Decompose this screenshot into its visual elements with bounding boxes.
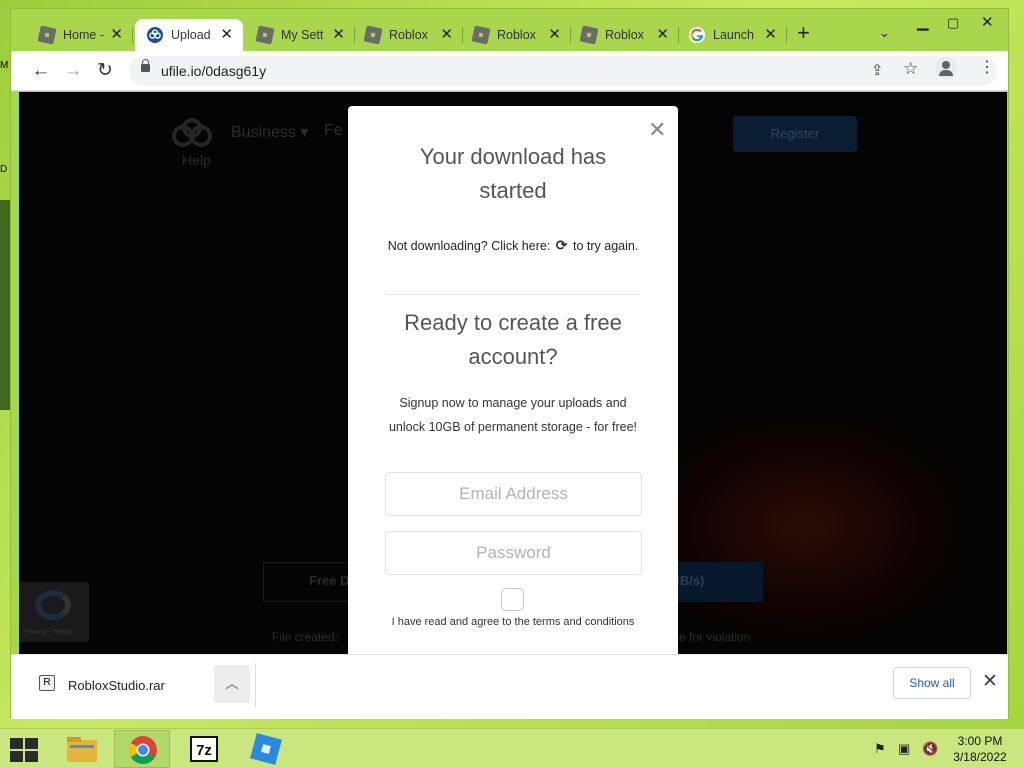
recaptcha-text: Privacy - Terms: [23, 629, 72, 636]
downloads-shelf: R RobloxStudio.rar ︿ Show all ✕: [11, 654, 1008, 719]
free-download-label: Free D: [309, 573, 350, 588]
maximize-button[interactable]: ▢: [947, 15, 959, 31]
tab-separator: [786, 27, 787, 43]
retry-download-text: Not downloading? Click here: ⟳ to try ag…: [348, 237, 678, 254]
tab-separator: [132, 27, 133, 43]
close-tab-icon[interactable]: ✕: [764, 26, 777, 44]
shelf-divider: [255, 663, 256, 707]
bookmark-star-icon[interactable]: ☆: [903, 59, 918, 79]
close-tab-icon[interactable]: ✕: [110, 26, 123, 44]
report-violation-link[interactable]: e for violation: [679, 630, 750, 644]
tab-launch[interactable]: Launch ✕: [679, 19, 787, 51]
tab-home[interactable]: Home - ✕: [29, 19, 133, 51]
email-field[interactable]: Email Address: [385, 472, 642, 516]
profile-avatar[interactable]: [935, 57, 957, 79]
tab-title: My Sett: [281, 28, 324, 42]
clock-date: 3/18/2022: [953, 750, 1007, 764]
modal-close-icon[interactable]: ✕: [648, 119, 666, 141]
signup-description: Signup now to manage your uploads and un…: [368, 391, 658, 439]
lock-icon[interactable]: [141, 59, 150, 72]
roblox-studio-icon[interactable]: [238, 730, 294, 768]
close-tab-icon[interactable]: ✕: [548, 26, 561, 44]
download-options-chevron-icon[interactable]: ︿: [214, 665, 250, 703]
address-bar[interactable]: ufile.io/0dasg61y ⇪ ☆: [129, 56, 997, 86]
background-art: [639, 412, 969, 642]
network-warning-icon[interactable]: ⚑: [874, 741, 886, 757]
roblox-icon: [37, 25, 57, 45]
page-viewport: Help Business ▾ Fe Register Free D MB/s)…: [19, 92, 1007, 654]
download-started-modal: ✕ Your download has started Not download…: [348, 106, 678, 654]
tab-upload[interactable]: Upload ✕: [135, 19, 243, 51]
chrome-icon[interactable]: [114, 730, 170, 768]
menu-kebab-icon[interactable]: ⋮: [979, 59, 995, 77]
recaptcha-badge[interactable]: Privacy - Terms: [19, 582, 89, 642]
close-tab-icon[interactable]: ✕: [220, 26, 233, 44]
register-button[interactable]: Register: [733, 116, 857, 152]
retry-refresh-icon[interactable]: ⟳: [556, 237, 568, 254]
new-tab-button[interactable]: +: [797, 22, 810, 44]
tab-my-settings[interactable]: My Sett ✕: [247, 19, 355, 51]
forward-button[interactable]: →: [61, 59, 85, 83]
terms-checkbox[interactable]: [501, 588, 524, 611]
roblox-icon: [255, 25, 275, 45]
retry-prefix: Not downloading? Click here:: [387, 239, 551, 253]
close-window-button[interactable]: ✕: [981, 13, 994, 31]
system-clock[interactable]: 3:00 PM 3/18/2022: [946, 733, 1014, 765]
modal-divider: [386, 294, 640, 295]
show-all-button[interactable]: Show all: [893, 667, 971, 699]
ufile-icon: [147, 27, 163, 43]
svg-text:7z: 7z: [196, 742, 212, 759]
modal-heading: Your download has started: [419, 144, 607, 203]
roblox-icon: [471, 25, 491, 45]
ufile-logo-icon: [172, 118, 212, 147]
tab-roblox[interactable]: Roblox ✕: [355, 19, 463, 51]
tab-roblox[interactable]: Roblox ✕: [463, 19, 571, 51]
nav-features-link[interactable]: Fe: [324, 122, 343, 140]
browser-window: Home - ✕ Upload ✕ My Sett ✕ Roblox ✕ Rob…: [10, 8, 1009, 719]
nav-help-link[interactable]: Help: [182, 152, 211, 168]
volume-muted-icon[interactable]: 🔇: [922, 741, 938, 757]
google-icon: [689, 27, 705, 43]
rar-file-icon: R: [39, 675, 55, 691]
file-explorer-icon[interactable]: [54, 730, 110, 768]
close-shelf-icon[interactable]: ✕: [982, 672, 998, 692]
password-field[interactable]: Password: [385, 531, 642, 575]
terms-label: I have read and agree to the terms and c…: [391, 616, 635, 628]
7zip-icon[interactable]: 7z: [176, 730, 232, 768]
close-tab-icon[interactable]: ✕: [440, 26, 453, 44]
start-button[interactable]: [10, 738, 38, 762]
tab-search-chevron-icon[interactable]: ⌄: [879, 25, 890, 41]
taskbar: 7z ⚑ ▣ 🔇 3:00 PM 3/18/2022: [0, 728, 1024, 768]
minimize-button[interactable]: ▁: [917, 13, 929, 31]
close-tab-icon[interactable]: ✕: [656, 26, 669, 44]
tab-roblox[interactable]: Roblox ✕: [571, 19, 679, 51]
retry-suffix: to try again.: [572, 239, 639, 253]
browser-toolbar: ← → ↻ ufile.io/0dasg61y ⇪ ☆ ⋮: [11, 51, 1008, 91]
signup-line-2: unlock 10GB of permanent storage - for f…: [388, 420, 638, 434]
back-button[interactable]: ←: [29, 59, 53, 83]
url-text[interactable]: ufile.io/0dasg61y: [161, 63, 266, 79]
network-icon[interactable]: ▣: [898, 741, 910, 757]
nav-business-link[interactable]: Business ▾: [231, 122, 308, 142]
tab-strip: Home - ✕ Upload ✕ My Sett ✕ Roblox ✕ Rob…: [11, 9, 1008, 51]
file-created-text: File created:: [272, 630, 339, 644]
close-tab-icon[interactable]: ✕: [332, 26, 345, 44]
reload-button[interactable]: ↻: [93, 59, 117, 83]
share-icon[interactable]: ⇪: [871, 61, 884, 79]
recaptcha-icon: [35, 590, 71, 620]
download-file-name[interactable]: RobloxStudio.rar: [68, 678, 165, 693]
roblox-icon: [363, 25, 383, 45]
clock-time: 3:00 PM: [957, 734, 1003, 748]
signup-heading: Ready to create a free account?: [404, 310, 622, 369]
signup-line-1: Signup now to manage your uploads and: [399, 396, 627, 410]
roblox-icon: [579, 25, 599, 45]
tab-title: Upload: [171, 28, 211, 42]
